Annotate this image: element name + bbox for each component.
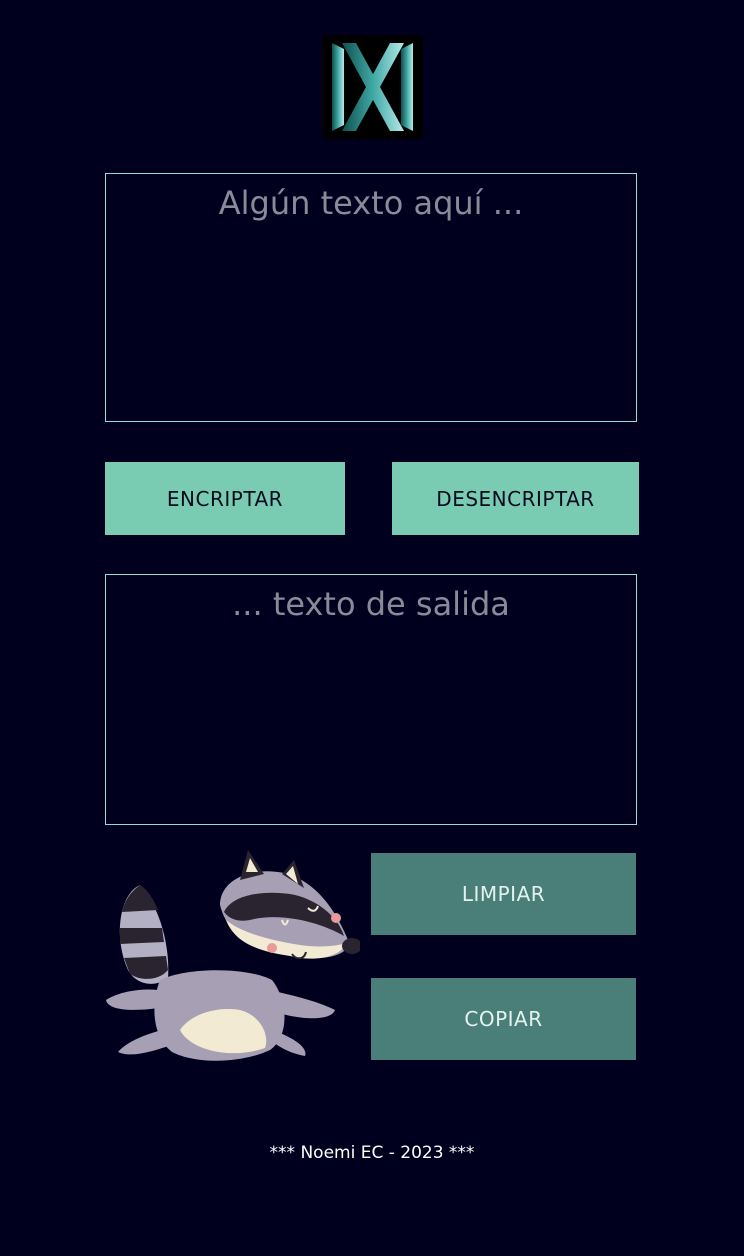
raccoon-head <box>220 850 362 960</box>
page: ENCRIPTAR DESENCRIPTAR <box>0 0 744 1256</box>
raccoon-tail <box>119 885 169 984</box>
footer-text: *** Noemi EC - 2023 *** <box>269 1143 475 1163</box>
input-textarea[interactable] <box>105 173 637 422</box>
copy-button[interactable]: COPIAR <box>371 978 636 1060</box>
clear-button[interactable]: LIMPIAR <box>371 853 636 935</box>
output-textarea[interactable] <box>105 574 637 825</box>
encrypt-button[interactable]: ENCRIPTAR <box>105 462 345 535</box>
x-logo-icon <box>322 35 423 139</box>
raccoon-illustration <box>100 850 362 1065</box>
decrypt-button[interactable]: DESENCRIPTAR <box>392 462 639 535</box>
